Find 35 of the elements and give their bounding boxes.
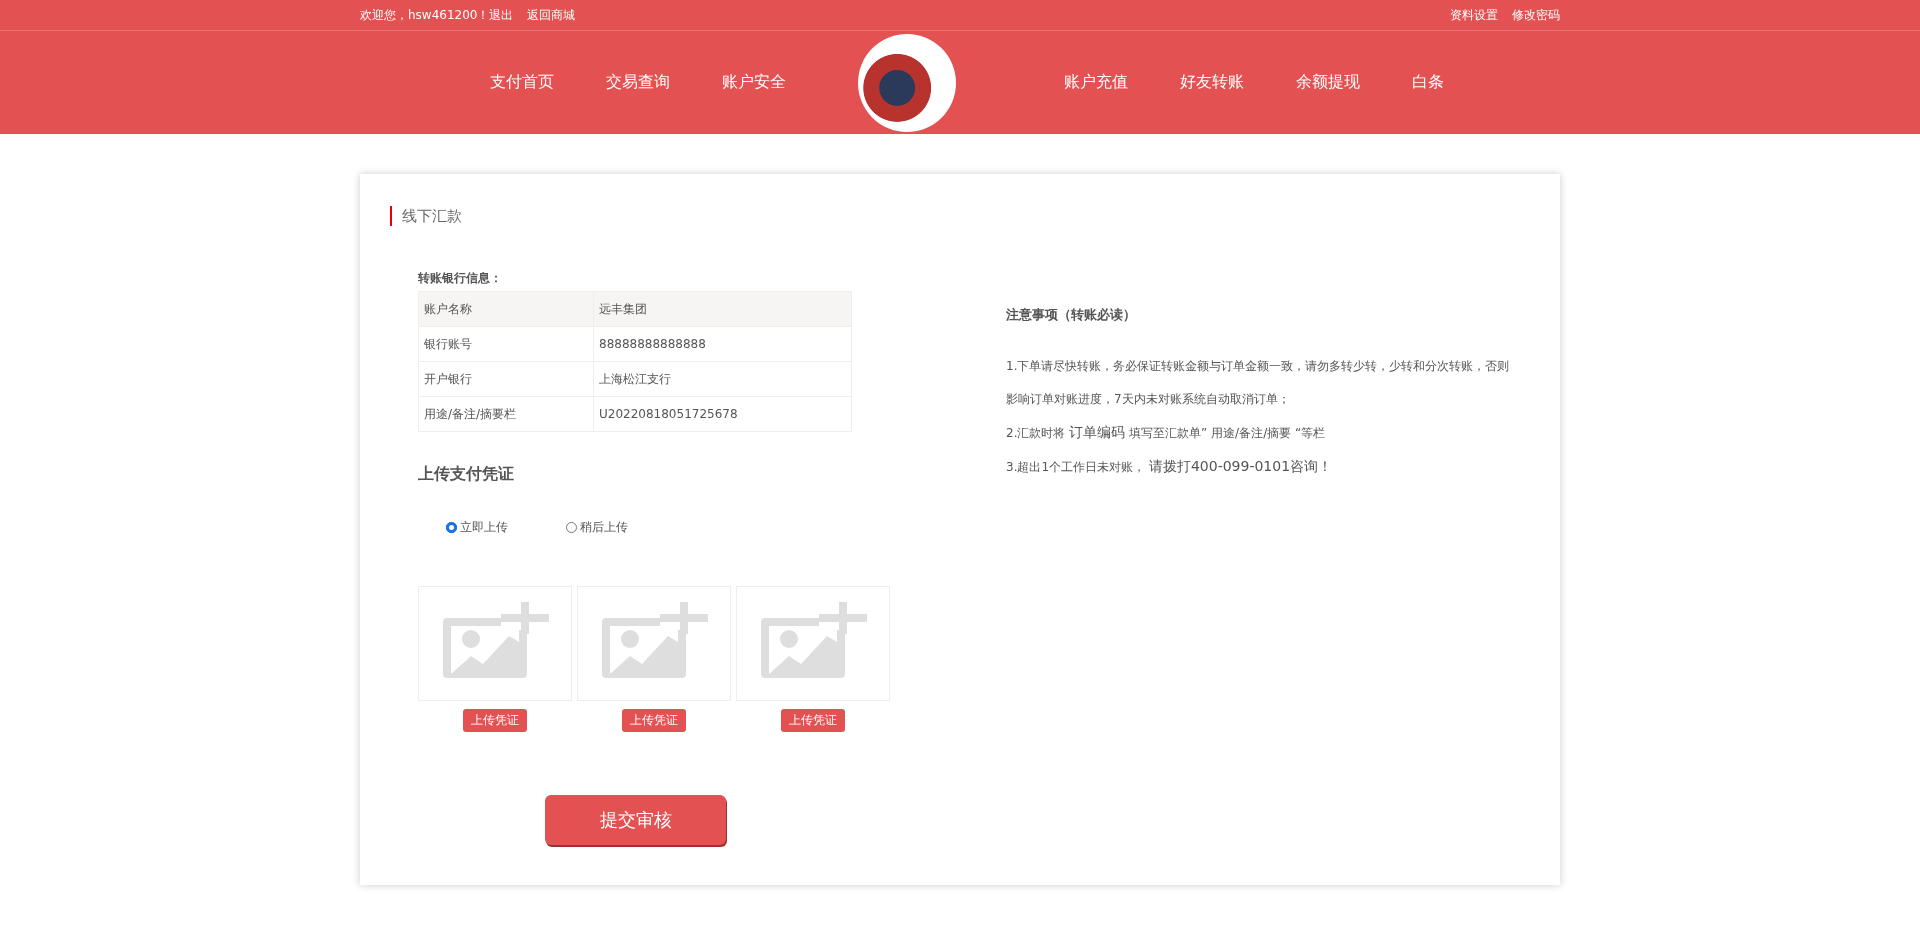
table-cell: 开户银行: [418, 361, 594, 397]
note-text: 2.汇款时将 订单编码 填写至汇款单” 用途/备注/摘要 “等栏: [1006, 423, 1327, 442]
upload-voucher-button[interactable]: 上传凭证: [781, 709, 845, 732]
welcome-text: 欢迎您，hsw461200！退出: [360, 6, 514, 24]
nav-link[interactable]: 账户充值: [1064, 72, 1128, 93]
nav-link[interactable]: 账户安全: [722, 72, 786, 93]
nav-link[interactable]: 交易查询: [606, 72, 670, 93]
upload-voucher-button[interactable]: 上传凭证: [463, 709, 527, 732]
table-cell: 远丰集团: [593, 291, 852, 327]
note-text: 1.下单请尽快转账，务必保证转账金额与订单金额一致，请勿多转少转，少转和分次转账，否则影响订单对账进度，7天内未对账系统自动取消订单；: [1006, 358, 1510, 408]
top-link[interactable]: 修改密码: [1512, 6, 1560, 24]
notes-heading: 注意事项（转账必读）: [1006, 306, 1137, 324]
image-upload-area[interactable]: [736, 586, 890, 701]
section-title: 线下汇款: [390, 206, 1530, 226]
image-upload-area[interactable]: [577, 586, 731, 701]
upload-voucher-button[interactable]: 上传凭证: [622, 709, 686, 732]
nav-link[interactable]: 余额提现: [1296, 72, 1360, 93]
nav-link[interactable]: 白条: [1412, 72, 1444, 93]
table-cell: 账户名称: [418, 291, 594, 327]
nav-link[interactable]: 支付首页: [490, 72, 554, 93]
table-cell: 银行账号: [418, 326, 594, 362]
image-upload-area[interactable]: [418, 586, 572, 701]
upload-heading: 上传支付凭证: [418, 464, 515, 485]
nav-link[interactable]: 好友转账: [1180, 72, 1244, 93]
radio-option[interactable]: 稍后上传: [566, 519, 628, 536]
table-cell: 88888888888888: [593, 326, 852, 362]
back-to-mall-link[interactable]: 返回商城: [527, 6, 576, 24]
top-link[interactable]: 资料设置: [1450, 6, 1498, 24]
table-cell: 上海松江支行: [593, 361, 852, 397]
table-cell: U20220818051725678: [593, 396, 852, 432]
note-text: 3.超出1个工作日未对账， 请拨打400-099-0101咨询！: [1006, 457, 1334, 476]
bank-info-heading: 转账银行信息：: [418, 270, 503, 287]
table-cell: 用途/备注/摘要栏: [418, 396, 594, 432]
radio-option[interactable]: 立即上传: [446, 519, 508, 536]
submit-button[interactable]: 提交审核: [545, 795, 726, 845]
